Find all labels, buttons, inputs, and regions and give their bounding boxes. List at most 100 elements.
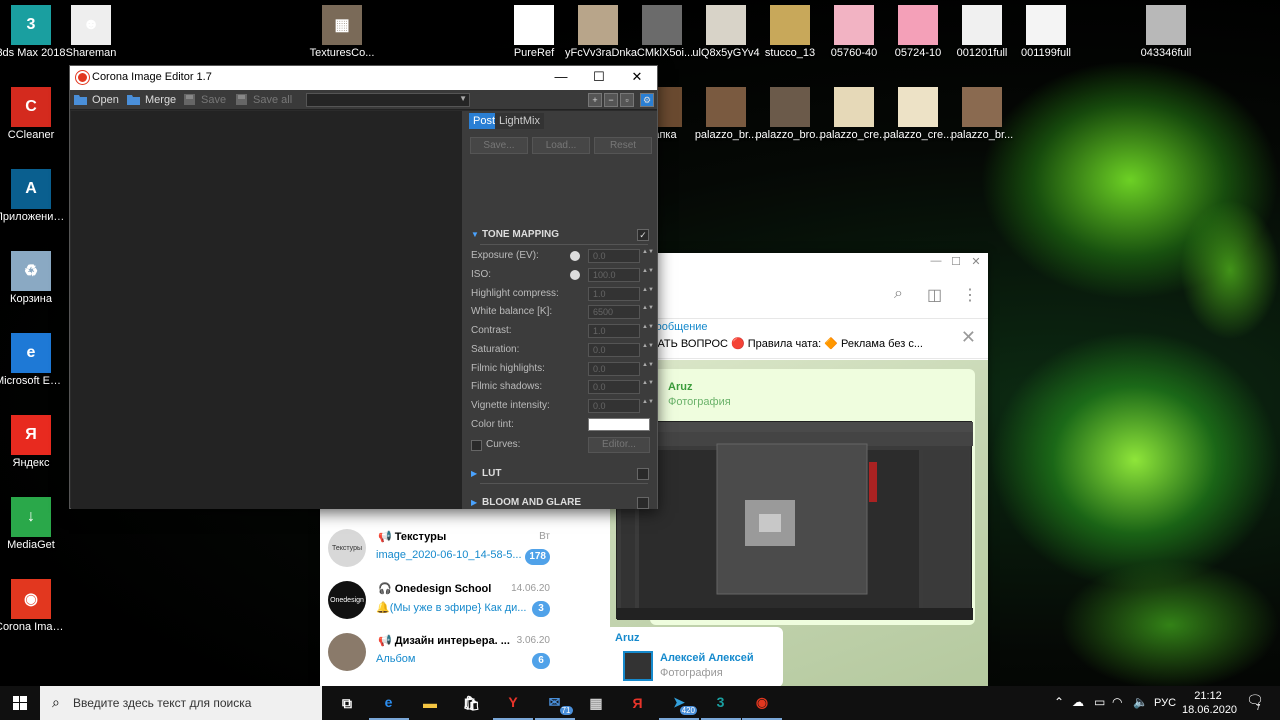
close-icon[interactable]: ✕ bbox=[966, 255, 986, 271]
taskbar-search[interactable]: ⌕ Введите здесь текст для поиска bbox=[40, 686, 322, 720]
color-tint-swatch[interactable] bbox=[588, 418, 650, 431]
section-checkbox[interactable] bbox=[637, 468, 649, 480]
message-photo[interactable] bbox=[616, 421, 973, 620]
zoom-in-icon[interactable]: + bbox=[588, 93, 602, 107]
onedrive-icon[interactable]: ☁ bbox=[1072, 695, 1084, 709]
taskbar-app[interactable]: ➤ 420 bbox=[659, 686, 699, 720]
param-value-field[interactable]: 6500 bbox=[588, 305, 640, 320]
param-value-field[interactable]: 1.0 bbox=[588, 324, 640, 338]
desktop-icon[interactable]: aCMklX5oi... bbox=[626, 1, 698, 60]
chat-list-item[interactable]: Текстуры 📢 Текстуры Вт image_2020-06-10_14-… bbox=[320, 523, 558, 575]
curves-checkbox[interactable] bbox=[471, 440, 482, 451]
taskbar-app[interactable]: Я bbox=[618, 686, 658, 720]
spinner-icon[interactable]: ▲▼ bbox=[642, 287, 654, 301]
curves-editor-button[interactable]: Editor... bbox=[588, 437, 650, 453]
desktop-icon[interactable]: palazzo_bro... bbox=[754, 83, 826, 142]
clock[interactable]: 21:12 18.06.2020 bbox=[1182, 689, 1237, 717]
spinner-icon[interactable]: ▲▼ bbox=[642, 249, 654, 263]
chevron-up-icon[interactable]: ⌃ bbox=[1054, 695, 1064, 709]
minimize-icon[interactable]: — bbox=[546, 69, 576, 87]
reset-dot-icon[interactable] bbox=[570, 251, 580, 261]
desktop-icon[interactable]: 05724-10 bbox=[882, 1, 954, 60]
taskbar-app[interactable]: ✉ 71 bbox=[534, 686, 575, 720]
network-icon[interactable]: ▭ bbox=[1094, 695, 1105, 709]
param-value-field[interactable]: 0.0 bbox=[588, 361, 640, 376]
contact-name[interactable]: Алексей Алексей bbox=[660, 652, 754, 664]
save-preset-button[interactable]: Save... bbox=[470, 137, 528, 154]
desktop-icon[interactable]: ◎ PureRef bbox=[498, 1, 570, 60]
save-all-button[interactable]: Save all bbox=[233, 92, 292, 108]
spinner-icon[interactable]: ▲▼ bbox=[642, 399, 654, 413]
desktop-icon[interactable]: ↓ MediaGet bbox=[0, 493, 67, 552]
sidebar-toggle-icon[interactable]: ◫ bbox=[927, 285, 942, 305]
spinner-icon[interactable]: ▲▼ bbox=[642, 268, 654, 282]
spinner-icon[interactable]: ▲▼ bbox=[642, 362, 654, 376]
param-value-field[interactable]: 100.0 bbox=[588, 267, 640, 282]
message-bubble[interactable]: Aruz Алексей Алексей Фотография bbox=[605, 627, 783, 686]
param-value-field[interactable]: 1.0 bbox=[588, 286, 640, 301]
image-viewport[interactable] bbox=[71, 111, 462, 509]
collapsed-section[interactable]: ▶ BLOOM AND GLARE bbox=[462, 495, 657, 509]
desktop-icon[interactable]: ◉ Corona Image Editor bbox=[0, 575, 67, 634]
desktop-icon[interactable]: 05760-40 bbox=[818, 1, 890, 60]
desktop-icon[interactable]: yFcVv3raDnk bbox=[562, 1, 634, 60]
maximize-icon[interactable]: ☐ bbox=[946, 255, 966, 271]
taskbar-app[interactable]: ▬ bbox=[410, 686, 450, 720]
desktop-icon[interactable]: stucco_13 bbox=[754, 1, 826, 60]
corona-image-editor-window[interactable]: Corona Image Editor 1.7 — ☐ ✕ Open Merge… bbox=[69, 65, 658, 509]
param-value-field[interactable]: 0.0 bbox=[588, 399, 640, 413]
desktop-icon[interactable]: ☻ Shareman bbox=[55, 1, 127, 60]
notifications-icon[interactable]: 🗨 bbox=[1246, 692, 1264, 709]
wifi-icon[interactable]: ◠ bbox=[1112, 695, 1122, 709]
desktop-icon[interactable]: e Microsoft Edge bbox=[0, 329, 67, 388]
spinner-icon[interactable]: ▲▼ bbox=[642, 324, 654, 338]
start-button[interactable] bbox=[0, 686, 40, 720]
volume-icon[interactable]: 🔈 bbox=[1133, 695, 1148, 709]
open-button[interactable]: Open bbox=[72, 92, 119, 108]
reset-dot-icon[interactable] bbox=[570, 269, 580, 280]
minimize-icon[interactable]: — bbox=[926, 255, 946, 271]
desktop-icon[interactable]: palazzo_cre... bbox=[818, 83, 890, 142]
pinned-message[interactable]: сообщение ДАТЬ ВОПРОС 🔴 Правила чата: 🔶 … bbox=[650, 319, 988, 359]
search-icon[interactable]: ⌕ bbox=[894, 285, 903, 303]
corona-titlebar[interactable]: Corona Image Editor 1.7 — ☐ ✕ bbox=[70, 66, 657, 90]
more-menu-icon[interactable]: ⋮ bbox=[962, 285, 978, 305]
desktop-icon[interactable]: palazzo_br... bbox=[946, 83, 1018, 142]
desktop-icon[interactable]: palazzo_cre... bbox=[882, 83, 954, 142]
layer-dropdown[interactable]: ▼ bbox=[306, 93, 470, 107]
desktop-icon[interactable]: 043346full bbox=[1130, 1, 1202, 60]
desktop-icon[interactable]: 001201full bbox=[946, 1, 1018, 60]
taskbar-app[interactable]: e bbox=[368, 686, 409, 720]
taskbar-app[interactable]: ⧉ bbox=[327, 686, 367, 720]
merge-button[interactable]: Merge bbox=[125, 92, 176, 108]
desktop-icon[interactable]: C CCleaner bbox=[0, 83, 67, 142]
param-value-field[interactable]: 0.0 bbox=[588, 249, 640, 263]
maximize-icon[interactable]: ☐ bbox=[584, 69, 614, 87]
reset-button[interactable]: Reset bbox=[594, 137, 652, 154]
settings-icon[interactable]: ⚙ bbox=[640, 93, 654, 107]
taskbar-app[interactable]: 3 bbox=[700, 686, 741, 720]
desktop-icon[interactable]: A Приложение Autodesk дл... bbox=[0, 165, 67, 224]
taskbar-app[interactable]: Y bbox=[493, 686, 533, 720]
chat-list-item[interactable]: 📢 Дизайн интерьера. ... 3.06.20 Альбом 6 bbox=[320, 627, 558, 679]
section-checkbox[interactable] bbox=[637, 496, 649, 509]
desktop-icon[interactable]: Я Яндекс bbox=[0, 411, 67, 470]
close-icon[interactable]: ✕ bbox=[622, 69, 652, 87]
tone-mapping-checkbox[interactable]: ✓ bbox=[637, 229, 649, 241]
tab-lightmix[interactable]: LightMix bbox=[495, 113, 544, 129]
desktop-icon[interactable]: 001199full bbox=[1010, 1, 1082, 60]
desktop-icon[interactable]: ▦ TexturesCo... bbox=[306, 1, 378, 60]
save-button[interactable]: Save bbox=[181, 92, 226, 108]
param-value-field[interactable]: 0.0 bbox=[588, 342, 640, 357]
spinner-icon[interactable]: ▲▼ bbox=[642, 343, 654, 357]
desktop-icon[interactable]: ulQ8x5yGYv4 bbox=[690, 1, 762, 60]
taskbar-app[interactable]: ◉ bbox=[742, 686, 782, 720]
desktop-icon[interactable]: ♻ Корзина bbox=[0, 247, 67, 306]
collapsed-section[interactable]: ▶ LUT bbox=[462, 466, 657, 484]
language-indicator[interactable]: РУС bbox=[1154, 697, 1176, 709]
param-value-field[interactable]: 0.0 bbox=[588, 380, 640, 395]
zoom-fit-icon[interactable]: ▫ bbox=[620, 93, 634, 107]
spinner-icon[interactable]: ▲▼ bbox=[642, 380, 654, 394]
taskbar-app[interactable]: ▦ bbox=[576, 686, 616, 720]
section-tone-mapping-header[interactable]: ▼ TONE MAPPING ✓ bbox=[462, 227, 657, 245]
